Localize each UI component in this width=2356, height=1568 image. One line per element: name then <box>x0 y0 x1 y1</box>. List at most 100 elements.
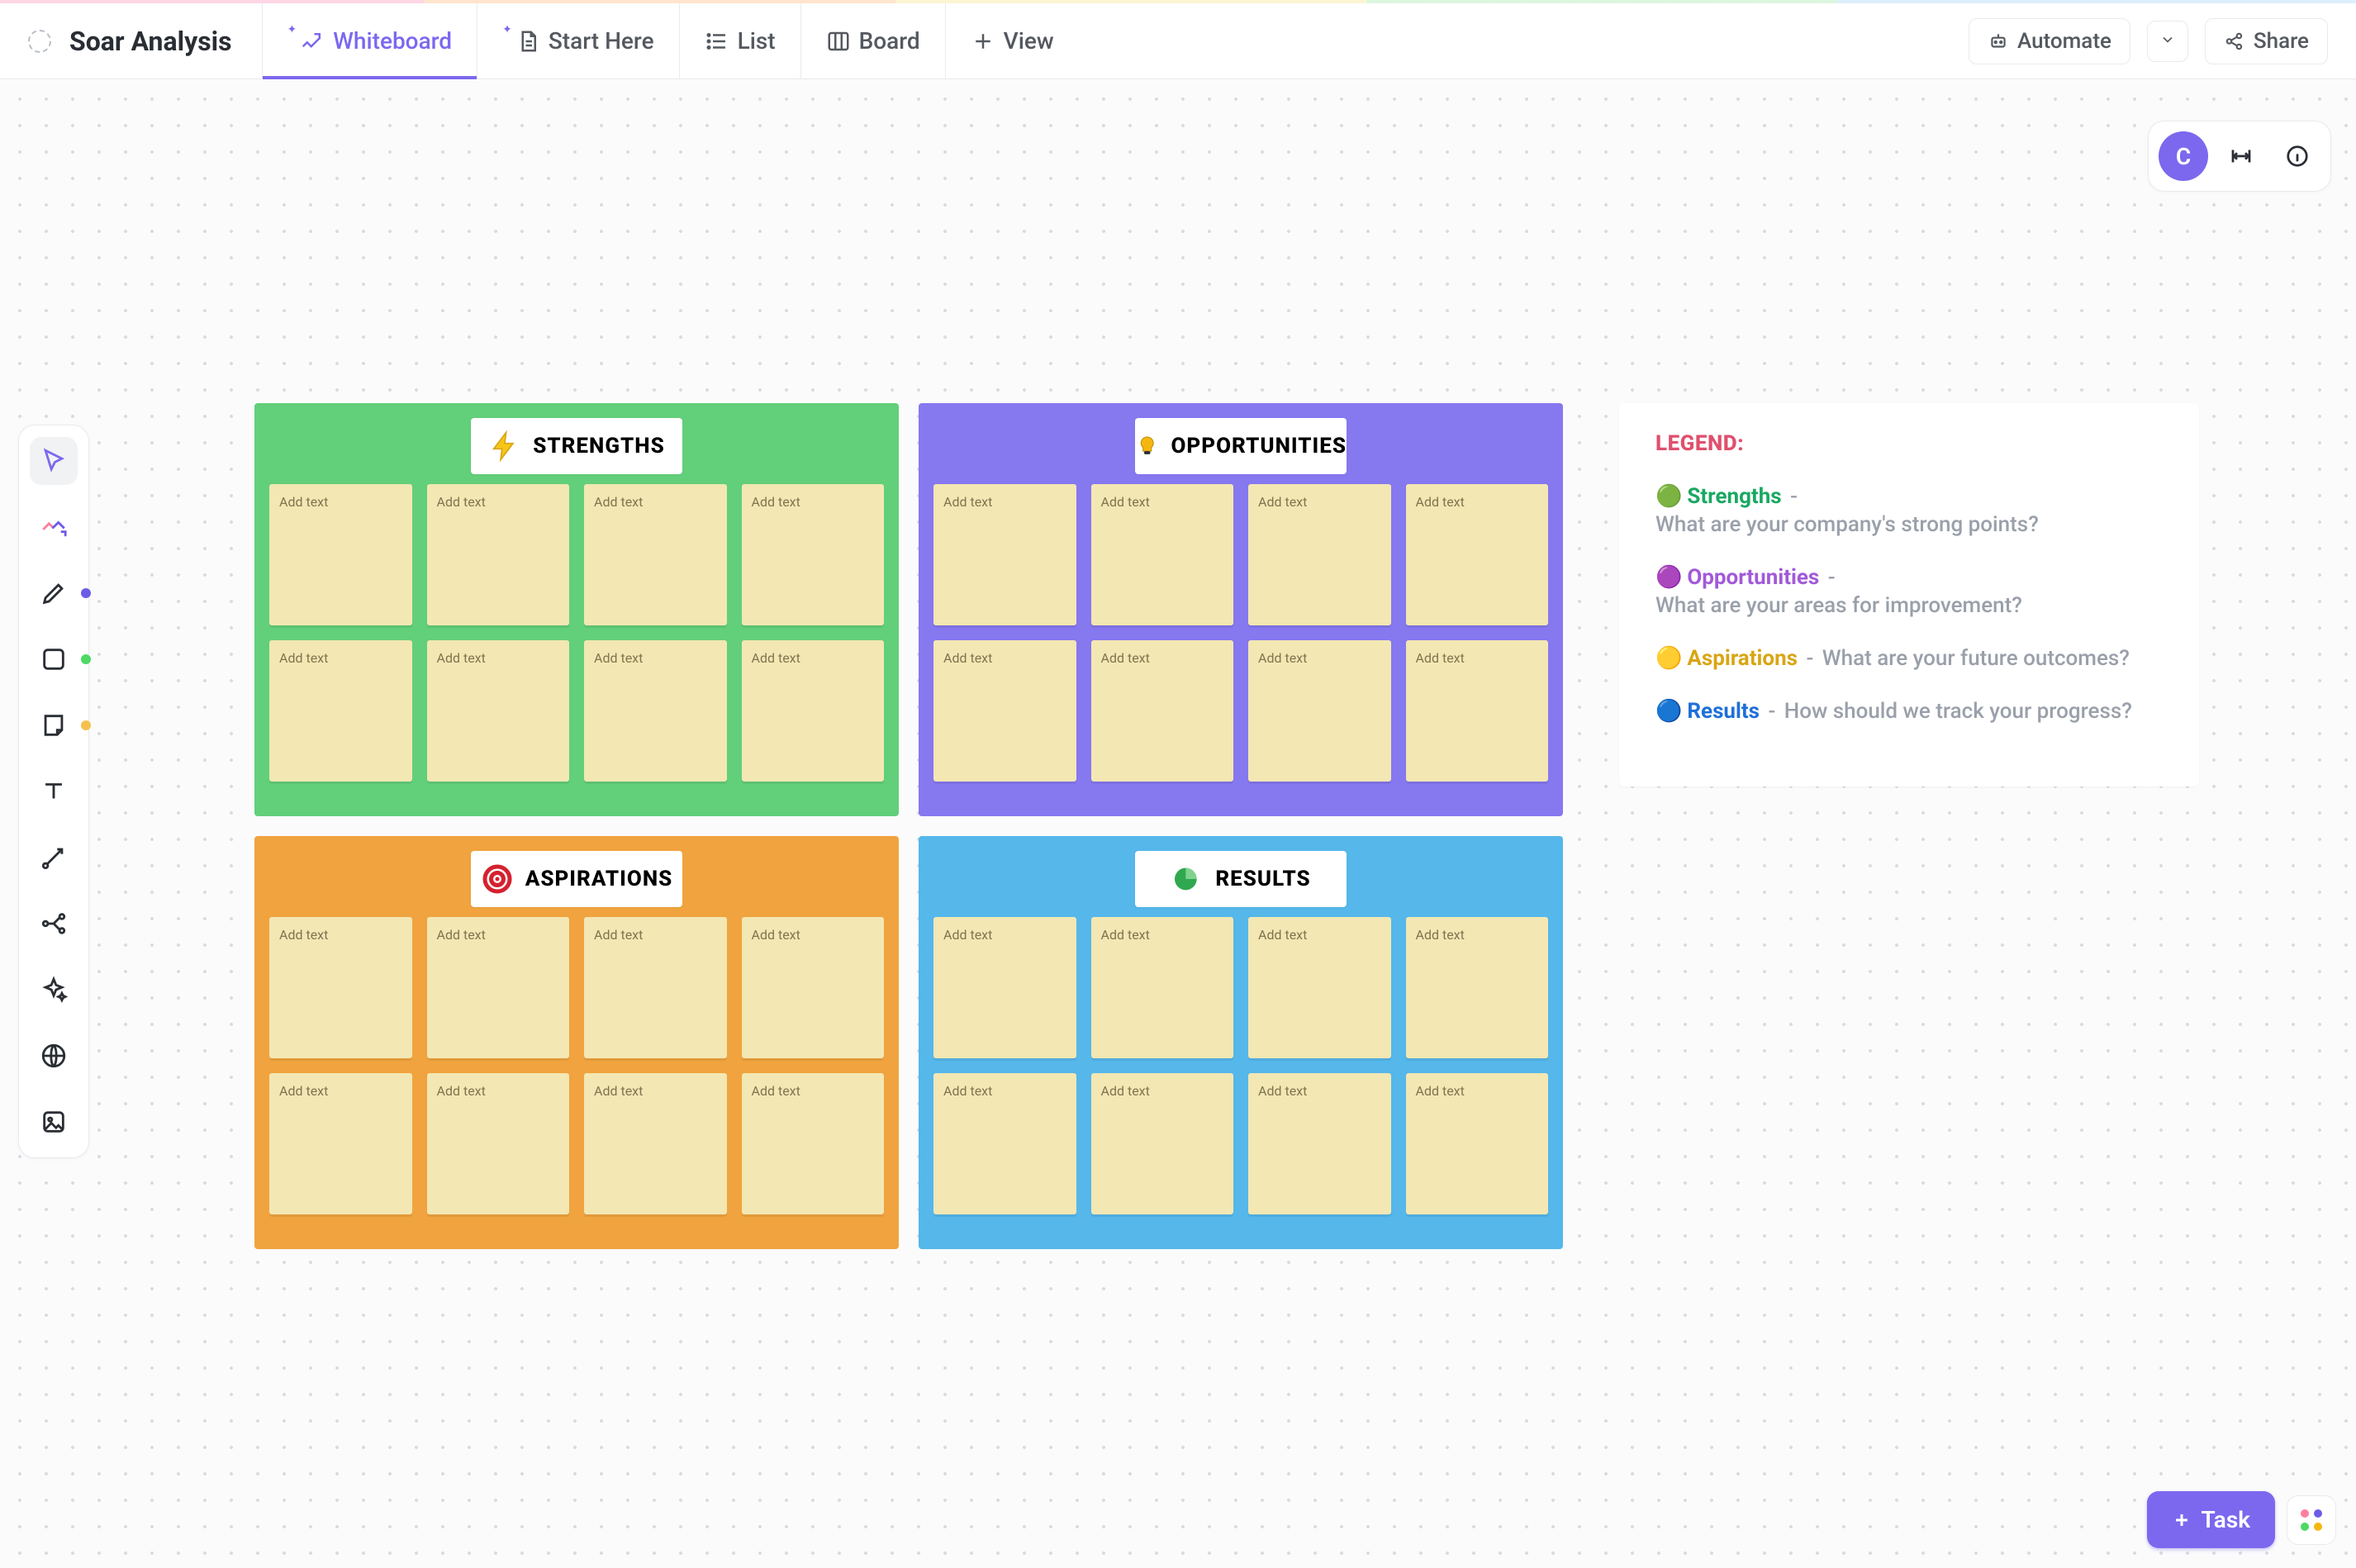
sticky-note[interactable]: Add text <box>1248 917 1391 1058</box>
legend-desc: What are your company's strong points? <box>1655 512 2039 537</box>
tool-trend[interactable] <box>30 503 78 551</box>
tool-web[interactable] <box>30 1032 78 1080</box>
sticky-note[interactable]: Add text <box>742 640 885 782</box>
sticky-note[interactable]: Add text <box>269 640 412 782</box>
sticky-placeholder: Add text <box>594 650 643 666</box>
panel-header: ASPIRATIONS <box>471 851 682 907</box>
automate-button[interactable]: Automate <box>1969 18 2130 64</box>
sticky-note[interactable]: Add text <box>427 484 570 625</box>
tool-image[interactable] <box>30 1098 78 1146</box>
tab-start-here[interactable]: ✦ Start Here <box>477 3 678 78</box>
whiteboard-icon <box>300 29 325 54</box>
sticky-note[interactable]: Add text <box>584 640 727 782</box>
sticky-note[interactable]: Add text <box>933 1073 1076 1214</box>
panel-results[interactable]: RESULTS Add text Add text Add text Add t… <box>919 836 1563 1249</box>
status-circle-icon[interactable] <box>28 30 51 53</box>
bottom-right-controls: Task <box>2147 1491 2337 1548</box>
tab-list[interactable]: List <box>679 3 800 78</box>
tab-whiteboard[interactable]: ✦ Whiteboard <box>262 3 477 78</box>
panel-title: STRENGTHS <box>533 434 665 459</box>
sticky-placeholder: Add text <box>279 494 328 510</box>
sticky-note[interactable]: Add text <box>1248 1073 1391 1214</box>
new-task-button[interactable]: Task <box>2147 1491 2276 1548</box>
info-button[interactable] <box>2274 133 2320 179</box>
chevron-down-icon <box>2159 31 2176 48</box>
sticky-note[interactable]: Add text <box>1406 484 1549 625</box>
tool-cursor[interactable] <box>30 437 78 485</box>
panel-strengths[interactable]: STRENGTHS Add text Add text Add text Add… <box>254 403 899 816</box>
sticky-grid: Add text Add text Add text Add text Add … <box>269 917 884 1214</box>
sticky-note[interactable]: Add text <box>1091 1073 1234 1214</box>
tool-connector[interactable] <box>30 834 78 881</box>
sticky-note[interactable]: Add text <box>742 1073 885 1214</box>
tool-shape[interactable] <box>30 635 78 683</box>
legend-term: Results <box>1687 699 1760 724</box>
sticky-note[interactable]: Add text <box>1248 640 1391 782</box>
page-title: Soar Analysis <box>69 26 232 57</box>
tool-ai[interactable] <box>30 966 78 1014</box>
tool-sticky[interactable] <box>30 701 78 749</box>
legend-item-strengths: 🟢 Strengths - What are your company's st… <box>1655 484 2163 537</box>
tab-add-view[interactable]: View <box>945 3 1079 78</box>
sticky-placeholder: Add text <box>279 927 328 943</box>
sticky-note[interactable]: Add text <box>933 640 1076 782</box>
sticky-note[interactable]: Add text <box>1406 640 1549 782</box>
robot-icon <box>1988 31 2009 52</box>
sticky-note[interactable]: Add text <box>1406 917 1549 1058</box>
sticky-note[interactable]: Add text <box>742 484 885 625</box>
board-icon <box>826 29 851 54</box>
sticky-placeholder: Add text <box>1258 650 1307 666</box>
sticky-note[interactable]: Add text <box>269 1073 412 1214</box>
legend-sep: - <box>1801 646 1819 671</box>
sticky-note[interactable]: Add text <box>584 1073 727 1214</box>
legend-dot-icon: 🟣 <box>1655 565 1682 590</box>
tool-text[interactable] <box>30 767 78 815</box>
tool-branch[interactable] <box>30 900 78 948</box>
tab-board[interactable]: Board <box>800 3 945 78</box>
sticky-grid: Add text Add text Add text Add text Add … <box>933 484 1548 782</box>
sticky-placeholder: Add text <box>1416 927 1465 943</box>
sticky-note[interactable]: Add text <box>1091 917 1234 1058</box>
panel-header: RESULTS <box>1135 851 1347 907</box>
sticky-note[interactable]: Add text <box>269 917 412 1058</box>
sticky-note[interactable]: Add text <box>933 917 1076 1058</box>
sticky-note[interactable]: Add text <box>1248 484 1391 625</box>
target-icon <box>481 862 514 896</box>
sticky-note[interactable]: Add text <box>933 484 1076 625</box>
avatar[interactable]: C <box>2159 131 2208 181</box>
bolt-icon <box>488 430 521 463</box>
tab-label: View <box>1004 27 1054 55</box>
sticky-icon <box>40 711 68 739</box>
panel-aspirations[interactable]: ASPIRATIONS Add text Add text Add text A… <box>254 836 899 1249</box>
sticky-note[interactable]: Add text <box>1406 1073 1549 1214</box>
sticky-note[interactable]: Add text <box>742 917 885 1058</box>
panel-opportunities[interactable]: OPPORTUNITIES Add text Add text Add text… <box>919 403 1563 816</box>
fit-width-button[interactable] <box>2218 133 2264 179</box>
sticky-note[interactable]: Add text <box>584 484 727 625</box>
text-icon <box>40 777 68 805</box>
sticky-note[interactable]: Add text <box>427 1073 570 1214</box>
legend-term: Strengths <box>1687 484 1781 509</box>
sticky-note[interactable]: Add text <box>1091 640 1234 782</box>
whiteboard-canvas[interactable]: C STRENGTHS Add text Add text Add text A… <box>0 79 2356 1568</box>
sticky-note[interactable]: Add text <box>269 484 412 625</box>
sticky-note[interactable]: Add text <box>1091 484 1234 625</box>
sticky-note[interactable]: Add text <box>584 917 727 1058</box>
panel-header: OPPORTUNITIES <box>1135 418 1347 474</box>
sticky-note[interactable]: Add text <box>427 640 570 782</box>
legend-sep: - <box>1763 699 1781 724</box>
sticky-placeholder: Add text <box>1101 927 1150 943</box>
sticky-note[interactable]: Add text <box>427 917 570 1058</box>
tool-pen[interactable] <box>30 569 78 617</box>
tool-color-indicator <box>81 588 91 598</box>
apps-button[interactable] <box>2287 1495 2336 1545</box>
panel-title: RESULTS <box>1215 867 1310 891</box>
sticky-placeholder: Add text <box>437 494 486 510</box>
sticky-grid: Add text Add text Add text Add text Add … <box>269 484 884 782</box>
sticky-placeholder: Add text <box>437 927 486 943</box>
sticky-placeholder: Add text <box>594 927 643 943</box>
pie-icon <box>1171 862 1204 896</box>
sticky-placeholder: Add text <box>594 1083 643 1099</box>
share-button[interactable]: Share <box>2205 18 2328 64</box>
automate-caret[interactable] <box>2147 21 2188 62</box>
